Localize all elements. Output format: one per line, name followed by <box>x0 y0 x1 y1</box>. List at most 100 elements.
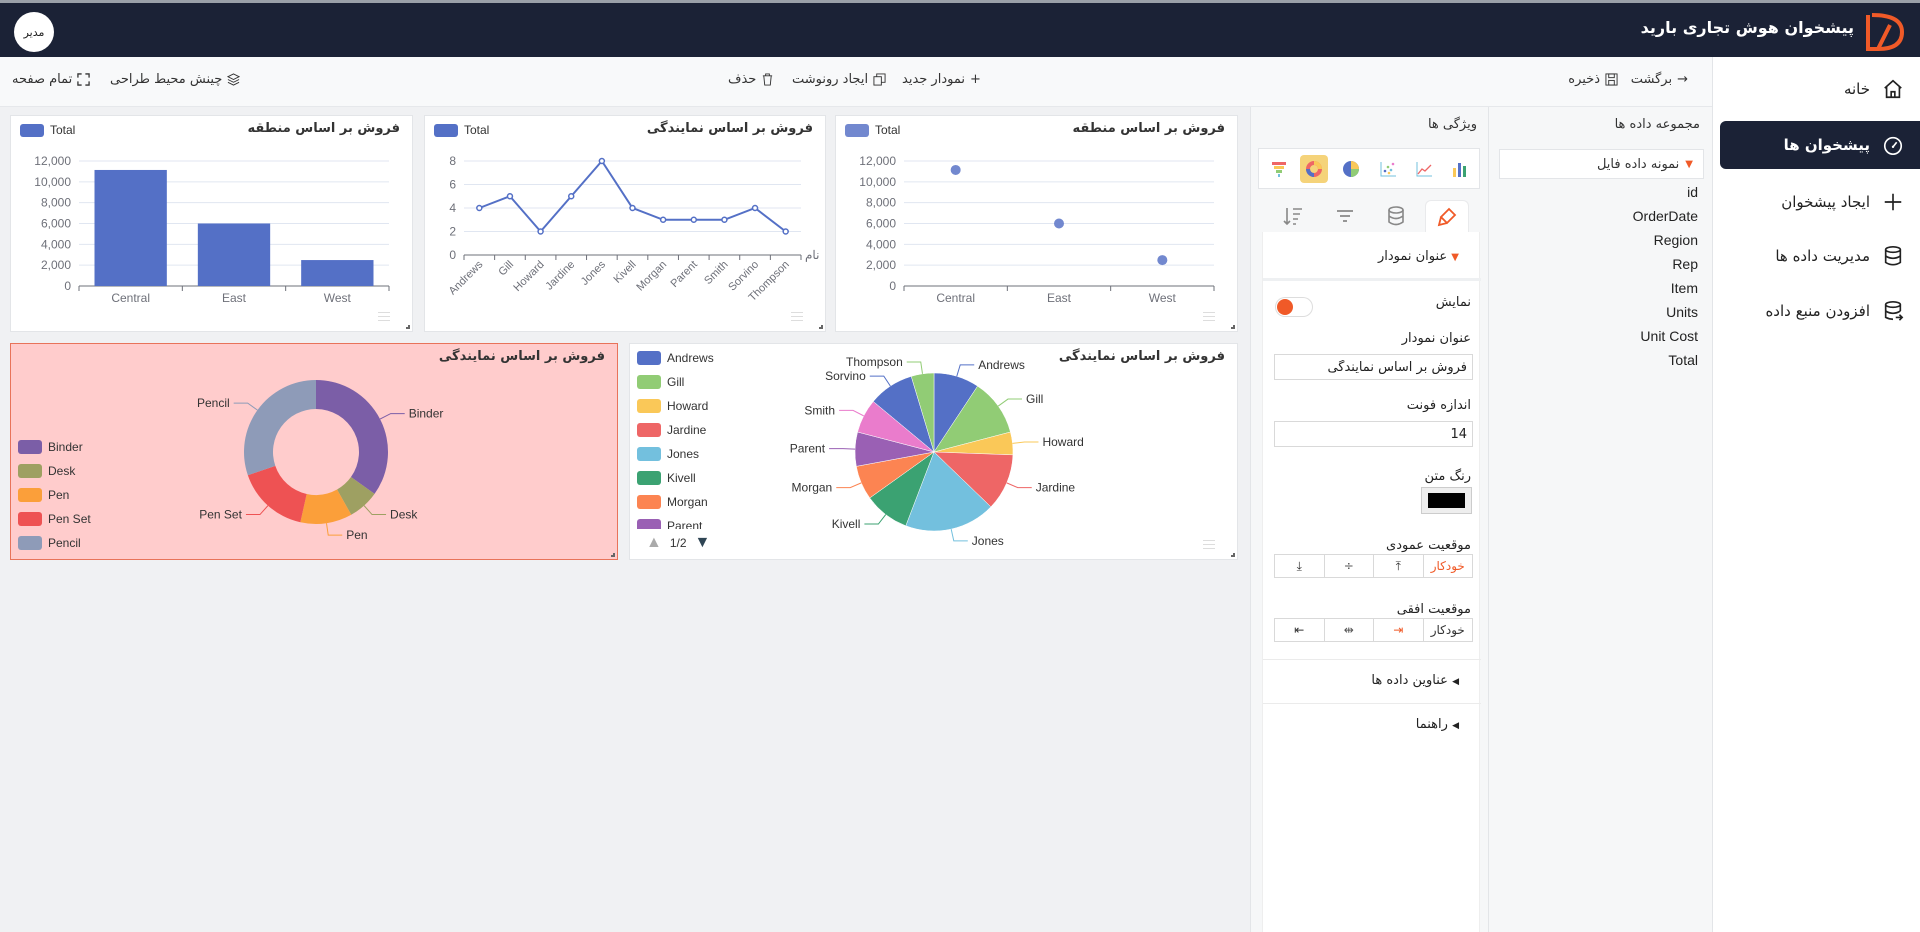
chart-card-scatter[interactable]: فروش بر اساس منطقه Total 0 2,000 4,000 6,00… <box>835 115 1238 332</box>
legend-item[interactable]: Howard <box>637 399 708 413</box>
horizontal-auto-option[interactable]: خودکار <box>1422 619 1473 641</box>
align-center-option[interactable]: ⇹ <box>1323 619 1374 641</box>
chart-card-line[interactable]: فروش بر اساس نمایندگی Total 0 2 4 6 8 Andrews… <box>424 115 826 332</box>
font-size-input[interactable] <box>1274 421 1473 447</box>
field-item[interactable]: Region <box>1654 232 1698 248</box>
resize-handle[interactable] <box>611 553 615 557</box>
resize-handle[interactable] <box>819 325 823 329</box>
caret-down-icon: ▼ <box>1451 252 1459 263</box>
database-icon <box>1884 246 1902 266</box>
resize-handle[interactable] <box>406 325 410 329</box>
legend-page-down-icon[interactable]: ▼ <box>695 534 711 552</box>
y-tick-label: 4 <box>449 201 456 215</box>
field-item[interactable]: id <box>1687 184 1698 200</box>
menu-icon[interactable] <box>1203 312 1215 321</box>
sidebar-item-data-management[interactable]: مدیریت داده ها <box>1720 232 1920 280</box>
user-avatar[interactable]: مدیر <box>14 12 54 52</box>
label-line <box>233 402 258 411</box>
legend-item[interactable]: Gill <box>637 375 684 389</box>
bar-chart-plot: 0 2,000 4,000 6,000 8,000 10,000 12,000 Central… <box>34 154 390 305</box>
divider <box>1263 659 1481 660</box>
sidebar-item-home[interactable]: خانه <box>1720 65 1920 113</box>
align-right-icon: ⇥ <box>1393 623 1404 637</box>
sidebar-item-create-dashboard[interactable]: ایجاد پیشخوان <box>1720 178 1920 226</box>
section-chart-title-header[interactable]: ▼ عنوان نمودار <box>1378 249 1459 264</box>
legend-page-up-icon[interactable]: ▲ <box>646 534 662 552</box>
menu-icon[interactable] <box>1203 540 1215 549</box>
sidebar-item-dashboards[interactable]: پیشخوان ها <box>1720 121 1920 169</box>
chart-type-funnel[interactable] <box>1265 155 1293 183</box>
legend-item[interactable]: Parent <box>637 519 702 529</box>
legend-label: Gill <box>667 375 685 389</box>
legend-item[interactable]: Pen Set <box>18 512 91 526</box>
legend-item[interactable]: Kivell <box>637 471 696 485</box>
arrange-layout-button[interactable]: چینش محیط طراحی <box>110 72 241 87</box>
save-button[interactable]: ذخیره <box>1568 72 1618 87</box>
back-button[interactable]: → برگشت <box>1631 72 1688 87</box>
data-point <box>567 193 575 200</box>
resize-handle[interactable] <box>1231 325 1235 329</box>
text-color-picker[interactable] <box>1421 487 1472 514</box>
field-item[interactable]: Item <box>1671 280 1698 296</box>
chart-card-bar[interactable]: فروش بر اساس منطقه Total 0 2,000 4,000 6,00… <box>10 115 413 332</box>
fullscreen-button[interactable]: تمام صفحه <box>12 72 90 87</box>
data-point <box>751 204 759 212</box>
scatter-point <box>950 164 961 175</box>
field-item[interactable]: Units <box>1666 304 1698 320</box>
chart-type-scatter[interactable] <box>1374 155 1402 183</box>
tab-style[interactable] <box>1425 200 1469 232</box>
chart-title-input[interactable] <box>1274 354 1473 380</box>
chart-title-label: عنوان نمودار <box>1401 331 1471 346</box>
new-chart-button[interactable]: + نمودار جدید <box>902 72 981 87</box>
x-tick-label: Howard <box>511 259 546 294</box>
legend-swatch <box>18 488 42 502</box>
legend-label: Pen Set <box>48 512 91 526</box>
menu-icon[interactable] <box>378 312 390 321</box>
label-line <box>1006 482 1032 489</box>
legend-label: Jardine <box>667 423 707 437</box>
tab-sort[interactable] <box>1271 200 1315 232</box>
legend-item[interactable]: Jardine <box>637 423 706 437</box>
tab-data[interactable] <box>1374 200 1418 232</box>
align-left-option[interactable]: ⇤ <box>1275 619 1324 641</box>
legend-item[interactable]: Desk <box>18 464 75 478</box>
vertical-auto-option[interactable]: خودکار <box>1422 555 1473 577</box>
sidebar-item-add-datasource[interactable]: افزودن منبع داده <box>1720 287 1920 335</box>
label-line <box>956 364 975 377</box>
duplicate-button[interactable]: ایجاد رونوشت <box>792 72 886 87</box>
field-item[interactable]: Total <box>1668 352 1698 368</box>
resize-handle[interactable] <box>1231 553 1235 557</box>
chart-card-donut-selected[interactable]: فروش بر اساس نمایندگی Binder Desk Pen Pen S… <box>10 343 618 560</box>
field-item[interactable]: OrderDate <box>1633 208 1698 224</box>
slice-label: Pen <box>346 528 367 542</box>
align-bottom-option[interactable]: ⤓ <box>1275 555 1324 577</box>
legend-item[interactable]: Morgan <box>637 495 708 509</box>
legend-item[interactable]: Pen <box>18 488 69 502</box>
legend-item[interactable]: Andrews <box>637 351 714 365</box>
legend-item[interactable]: Jones <box>637 447 699 461</box>
field-item[interactable]: Unit Cost <box>1640 328 1698 344</box>
tab-filter[interactable] <box>1323 200 1367 232</box>
bar <box>301 260 374 286</box>
align-right-option[interactable]: ⇥ <box>1373 619 1423 641</box>
data-labels-section[interactable]: ◀ عناوین داده ها <box>1371 673 1459 688</box>
dataset-select[interactable]: ▼ نمونه داده فایل <box>1499 149 1704 179</box>
y-tick-label: 4,000 <box>41 237 71 251</box>
legend-label: Howard <box>667 399 709 413</box>
align-top-option[interactable]: ⤒ <box>1373 555 1423 577</box>
align-middle-option[interactable]: ÷ <box>1323 555 1374 577</box>
legend-item[interactable]: Pencil <box>18 536 81 550</box>
chart-card-pie[interactable]: فروش بر اساس نمایندگی Andrews Gill Howard J… <box>629 343 1238 560</box>
chart-type-line[interactable] <box>1410 155 1438 183</box>
menu-icon[interactable] <box>791 312 803 321</box>
chart-type-donut[interactable] <box>1300 155 1328 183</box>
field-item[interactable]: Rep <box>1672 256 1698 272</box>
legend-section[interactable]: ◀ راهنما <box>1416 717 1459 732</box>
chart-type-bar[interactable] <box>1446 155 1474 183</box>
chart-type-pie[interactable] <box>1337 155 1365 183</box>
legend-item[interactable]: Binder <box>18 440 83 454</box>
x-tick-label: Jones <box>579 258 609 288</box>
delete-button[interactable]: حذف <box>728 72 774 87</box>
show-toggle[interactable] <box>1275 297 1313 317</box>
divider <box>1263 278 1481 281</box>
